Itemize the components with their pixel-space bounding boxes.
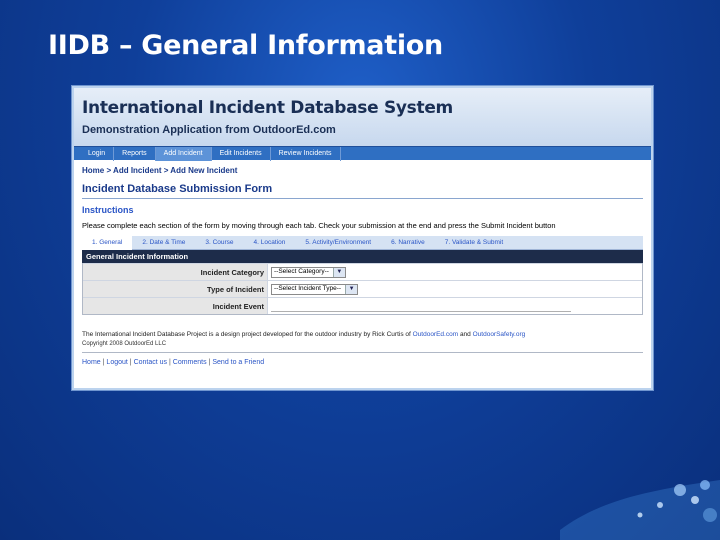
incident-category-value: --Select Category-- bbox=[274, 268, 329, 275]
app-screenshot: International Incident Database System D… bbox=[72, 86, 653, 390]
tab-validate-submit[interactable]: 7. Validate & Submit bbox=[435, 236, 513, 250]
outdoorsafety-link[interactable]: OutdoorSafety.org bbox=[473, 331, 526, 338]
incident-category-label: Incident Category bbox=[83, 264, 268, 280]
form-row: Incident Event bbox=[83, 297, 642, 314]
app-subtitle: Demonstration Application from OutdoorEd… bbox=[82, 124, 336, 136]
main-content: Home > Add Incident > Add New Incident I… bbox=[74, 160, 651, 366]
decorative-bubbles bbox=[560, 480, 720, 540]
divider bbox=[82, 352, 643, 353]
copyright: Copyright 2008 OutdoorEd LLC bbox=[82, 341, 167, 347]
divider bbox=[82, 198, 643, 199]
menu-item-review-incidents[interactable]: Review Incidents bbox=[271, 146, 341, 161]
tab-narrative[interactable]: 6. Narrative bbox=[381, 236, 435, 250]
menu-bar: Login Reports Add Incident Edit Incident… bbox=[74, 146, 651, 161]
tab-date-time[interactable]: 2. Date & Time bbox=[132, 236, 195, 250]
incident-type-value: --Select Incident Type-- bbox=[274, 285, 342, 292]
incident-type-label: Type of Incident bbox=[83, 281, 268, 297]
menu-item-add-incident[interactable]: Add Incident bbox=[155, 146, 212, 161]
menu-item-edit-incidents[interactable]: Edit Incidents bbox=[212, 146, 271, 161]
incident-event-input[interactable] bbox=[271, 301, 571, 312]
tab-activity-environment[interactable]: 5. Activity/Environment bbox=[295, 236, 381, 250]
incident-type-select[interactable]: --Select Incident Type-- ▼ bbox=[271, 283, 359, 295]
general-info-table: Incident Category --Select Category-- ▼ … bbox=[82, 263, 643, 315]
chevron-down-icon[interactable]: ▼ bbox=[345, 284, 358, 294]
footer-link-logout[interactable]: Logout bbox=[106, 359, 127, 366]
footer-links: Home | Logout | Contact us | Comments | … bbox=[82, 359, 265, 366]
app-header: International Incident Database System D… bbox=[74, 88, 651, 146]
footer-description: The International Incident Database Proj… bbox=[82, 331, 643, 338]
tab-general[interactable]: 1. General bbox=[82, 235, 133, 250]
incident-category-select[interactable]: --Select Category-- ▼ bbox=[271, 266, 346, 278]
form-tabs: 1. General 2. Date & Time 3. Course 4. L… bbox=[82, 235, 643, 250]
instructions-text: Please complete each section of the form… bbox=[82, 221, 556, 230]
menu-item-login[interactable]: Login bbox=[80, 146, 115, 161]
breadcrumb[interactable]: Home > Add Incident > Add New Incident bbox=[82, 166, 643, 175]
menu-item-reports[interactable]: Reports bbox=[114, 146, 156, 161]
section-header: General Incident Information bbox=[82, 250, 643, 263]
instructions-heading: Instructions bbox=[82, 205, 134, 215]
footer-link-comments[interactable]: Comments bbox=[173, 359, 207, 366]
footer-link-send-friend[interactable]: Send to a Friend bbox=[212, 359, 264, 366]
outdoored-link[interactable]: OutdoorEd.com bbox=[413, 331, 459, 338]
footer-link-home[interactable]: Home bbox=[82, 359, 101, 366]
form-row: Incident Category --Select Category-- ▼ bbox=[83, 263, 642, 280]
form-row: Type of Incident --Select Incident Type-… bbox=[83, 280, 642, 297]
app-title: International Incident Database System bbox=[82, 98, 453, 118]
tab-location[interactable]: 4. Location bbox=[244, 236, 296, 250]
chevron-down-icon[interactable]: ▼ bbox=[332, 267, 345, 277]
tab-course[interactable]: 3. Course bbox=[195, 236, 243, 250]
footer-text-before: The International Incident Database Proj… bbox=[82, 331, 413, 338]
slide-title: IIDB – General Information bbox=[48, 30, 443, 61]
footer-text-mid: and bbox=[458, 331, 473, 338]
footer-link-contact[interactable]: Contact us bbox=[134, 359, 167, 366]
incident-event-label: Incident Event bbox=[83, 298, 268, 314]
form-title: Incident Database Submission Form bbox=[82, 183, 273, 195]
